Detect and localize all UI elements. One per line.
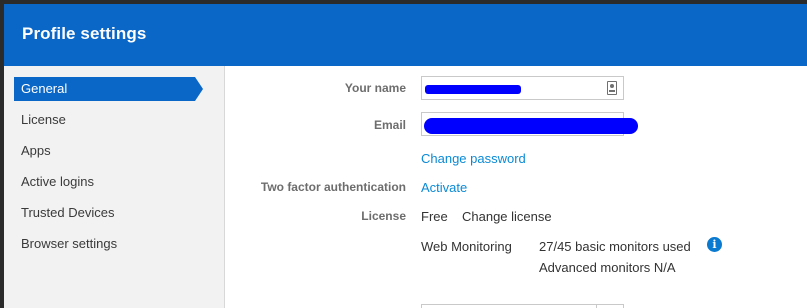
advanced-monitors-status: Advanced monitors N/A: [539, 260, 676, 275]
change-license-link[interactable]: Change license: [462, 209, 552, 224]
partial-field[interactable]: [421, 304, 624, 308]
main-content: Your name Email Change password Two fact…: [225, 66, 807, 308]
sidebar-item-apps[interactable]: Apps: [14, 139, 214, 163]
header-bar: Profile settings: [4, 4, 807, 66]
basic-monitors-usage: 27/45 basic monitors used: [539, 239, 691, 254]
activate-two-factor-link[interactable]: Activate: [421, 180, 467, 195]
profile-settings-window: Profile settings General License Apps Ac…: [0, 0, 807, 308]
change-password-link[interactable]: Change password: [421, 151, 526, 166]
redaction-mark: [424, 118, 638, 134]
contact-card-icon[interactable]: [607, 81, 617, 95]
license-value: Free: [421, 209, 448, 224]
sidebar: General License Apps Active logins Trust…: [4, 66, 225, 308]
redaction-mark: [425, 85, 521, 94]
sidebar-item-license[interactable]: License: [14, 108, 214, 132]
license-label: License: [361, 209, 406, 223]
sidebar-item-trusted-devices[interactable]: Trusted Devices: [14, 201, 214, 225]
sidebar-item-active-logins[interactable]: Active logins: [14, 170, 214, 194]
email-field[interactable]: [421, 112, 638, 136]
two-factor-label: Two factor authentication: [260, 180, 406, 194]
sidebar-item-browser-settings[interactable]: Browser settings: [14, 232, 214, 256]
your-name-label: Your name: [344, 81, 406, 95]
email-label: Email: [373, 118, 406, 132]
your-name-field[interactable]: [421, 76, 624, 100]
sidebar-item-general[interactable]: General: [14, 77, 203, 101]
page-title: Profile settings: [22, 24, 147, 43]
web-monitoring-label: Web Monitoring: [421, 239, 512, 254]
info-icon[interactable]: i: [707, 237, 722, 252]
